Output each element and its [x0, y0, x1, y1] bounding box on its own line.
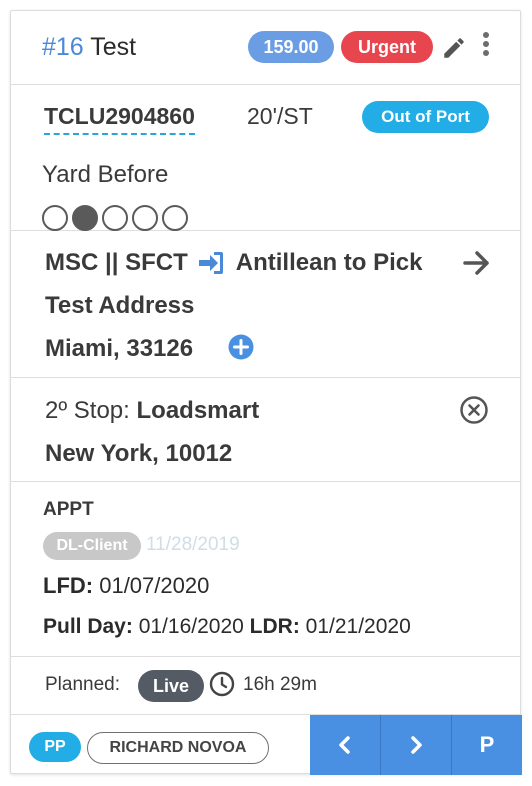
plus-circle-icon[interactable]	[228, 334, 254, 360]
stop-label: 2º Stop:	[45, 397, 130, 424]
load-card: #16 Test 159.00 Urgent TCLU2904860 20'/S…	[10, 10, 522, 775]
lfd-label: LFD:	[43, 573, 94, 598]
progress-step	[102, 205, 128, 231]
stop-name: Loadsmart	[136, 397, 260, 424]
live-badge: Live	[138, 670, 204, 702]
progress-step	[42, 205, 68, 231]
pull-day-label: Pull Day:	[43, 615, 133, 638]
route-destination: Antillean to Pick	[235, 249, 423, 276]
load-title[interactable]: #16 Test	[42, 33, 136, 62]
prev-button[interactable]	[310, 715, 380, 775]
arrow-right-icon[interactable]	[463, 250, 491, 276]
pull-day-value: 01/16/2020	[138, 615, 244, 638]
terminal-name: MSC || SFCT	[45, 249, 188, 276]
sign-in-icon	[198, 252, 223, 274]
ldr-value: 01/21/2020	[305, 615, 411, 638]
next-button[interactable]	[380, 715, 451, 775]
urgent-badge: Urgent	[341, 31, 433, 63]
card-header: #16 Test 159.00 Urgent	[11, 11, 520, 85]
stop-city-zip: New York, 10012	[45, 440, 233, 467]
dl-client-badge: DL-Client	[43, 532, 141, 560]
progress-step	[162, 205, 188, 231]
ldr-label: LDR:	[249, 615, 300, 638]
appointment-section: APPT DL-Client 11/28/2019 LFD: 01/07/202…	[11, 482, 520, 657]
planned-label: Planned:	[45, 674, 121, 695]
pp-tag: PP	[29, 732, 81, 762]
pull-day-line: Pull Day: 01/16/2020 LDR: 01/21/2020	[43, 615, 411, 639]
p-button[interactable]: P	[451, 715, 522, 775]
close-circle-icon[interactable]	[459, 395, 489, 425]
chevron-right-icon	[411, 736, 422, 754]
stop-section: 2º Stop: Loadsmart New York, 10012	[11, 378, 520, 482]
route-city-zip: Miami, 33126	[45, 335, 194, 362]
lfd-value: 01/07/2020	[99, 573, 210, 598]
container-section: TCLU2904860 20'/ST Out of Port Yard Befo…	[11, 85, 520, 231]
clock-icon	[209, 671, 235, 697]
progress-steps	[42, 205, 188, 231]
amount-badge: 159.00	[248, 31, 334, 63]
more-vertical-icon[interactable]	[479, 31, 493, 59]
driver-badge[interactable]: RICHARD NOVOA	[87, 732, 269, 764]
route-address: Test Address	[45, 292, 195, 319]
chevron-left-icon	[339, 736, 350, 754]
pencil-icon[interactable]	[441, 35, 467, 61]
lfd-line: LFD: 01/07/2020	[43, 573, 209, 599]
card-footer: PP RICHARD NOVOA P	[11, 715, 522, 775]
load-number[interactable]: #16	[42, 33, 84, 61]
planned-duration: 16h 29m	[243, 674, 317, 695]
yard-label: Yard Before	[42, 161, 169, 188]
appt-title: APPT	[43, 499, 94, 520]
progress-step	[132, 205, 158, 231]
container-number-link[interactable]: TCLU2904860	[44, 103, 195, 135]
route-line: MSC || SFCT Antillean to Pick	[45, 249, 422, 277]
load-name: Test	[90, 33, 137, 61]
port-status-badge: Out of Port	[362, 101, 489, 133]
dl-date: 11/28/2019	[146, 534, 240, 555]
stop-line: 2º Stop: Loadsmart	[45, 397, 259, 425]
route-section: MSC || SFCT Antillean to Pick Test Addre…	[11, 231, 520, 378]
progress-step	[72, 205, 98, 231]
nav-button-group: P	[310, 715, 522, 775]
container-size: 20'/ST	[247, 103, 313, 129]
planned-section: Planned: Live 16h 29m	[11, 657, 520, 715]
